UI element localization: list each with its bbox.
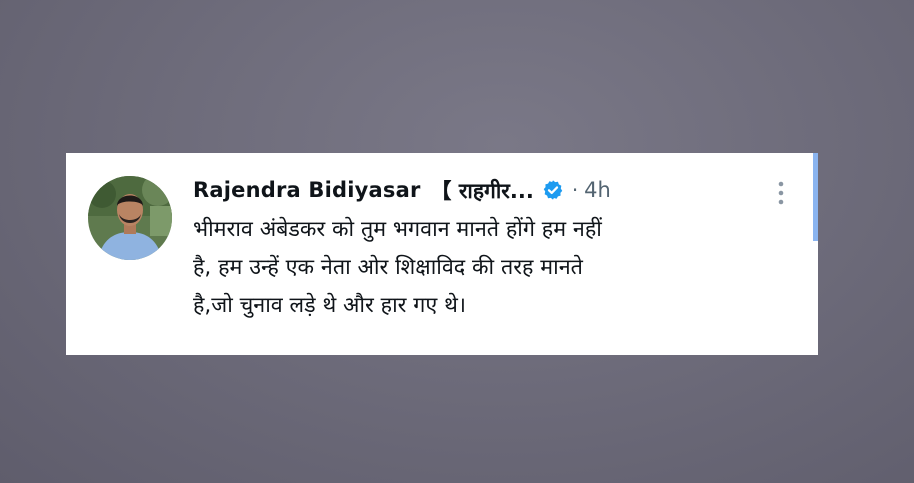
tweet-timestamp[interactable]: 4h	[584, 178, 611, 202]
verified-badge-icon	[542, 179, 564, 201]
tweet-text-line: है, हम उन्हें एक नेता ओर शिक्षाविद की तर…	[193, 255, 583, 280]
scroll-indicator	[813, 153, 818, 241]
tweet-text: भीमराव अंबेडकर को तुम भगवान मानते होंगे …	[193, 211, 793, 325]
author-handle[interactable]: 【 राहगीर...	[431, 175, 534, 205]
header-separator: ·	[571, 178, 579, 202]
tweet-card[interactable]: Rajendra Bidiyasar 【 राहगीर... · 4h भीमर…	[66, 153, 818, 355]
tweet-header: Rajendra Bidiyasar 【 राहगीर... · 4h	[193, 173, 793, 207]
more-vertical-icon[interactable]	[771, 179, 791, 207]
author-name[interactable]: Rajendra Bidiyasar	[193, 178, 421, 202]
tweet-text-line: है,जो चुनाव लड़े थे और हार गए थे।	[193, 293, 466, 318]
avatar[interactable]	[88, 176, 172, 260]
avatar-image	[88, 176, 172, 260]
tweet-text-line: भीमराव अंबेडकर को तुम भगवान मानते होंगे …	[193, 217, 602, 242]
